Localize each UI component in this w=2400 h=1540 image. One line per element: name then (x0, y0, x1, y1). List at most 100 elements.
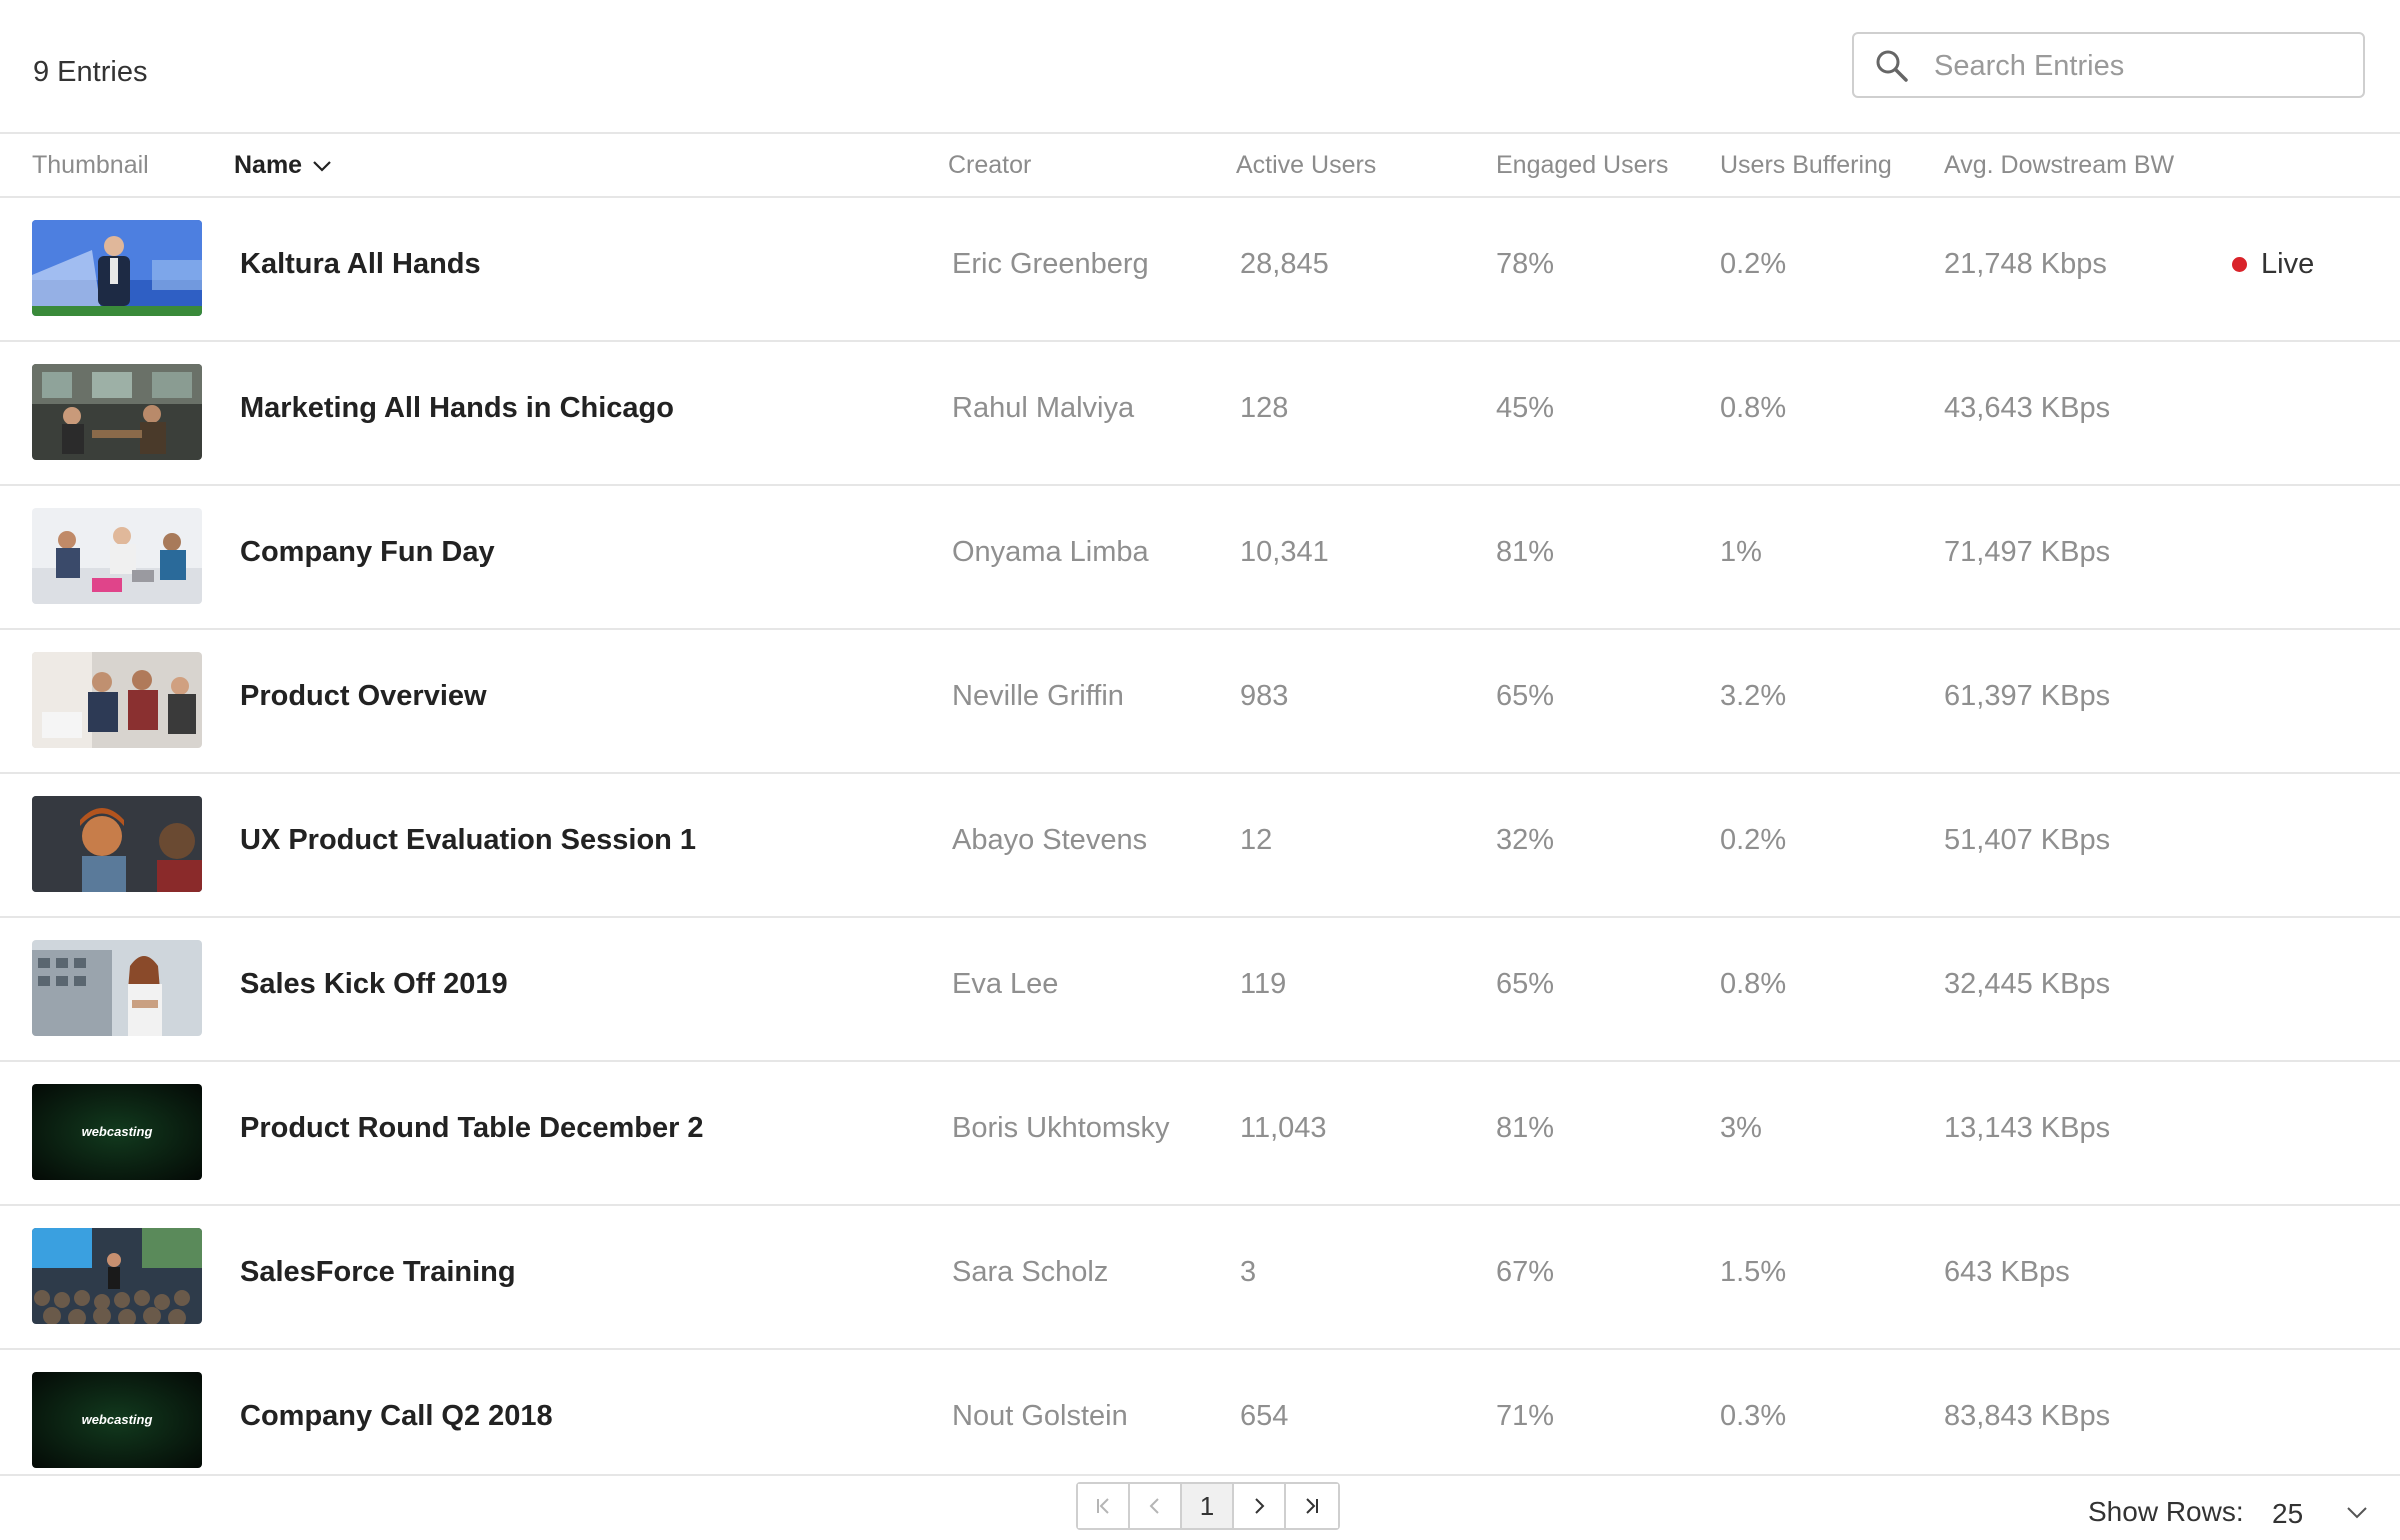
table-row[interactable]: Kaltura All Hands Eric Greenberg 28,845 78%… (0, 198, 2400, 342)
chevron-down-icon[interactable] (2346, 1506, 2368, 1520)
thumbnail-image[interactable] (32, 652, 202, 748)
avg-bandwidth-cell: 43,643 KBps (1944, 392, 2111, 424)
active-users-cell: 11,043 (1240, 1112, 1327, 1144)
creator-cell: Eric Greenberg (952, 248, 1149, 280)
engaged-users-cell: 65% (1496, 680, 1555, 712)
live-status-label: Live (2261, 248, 2315, 280)
column-header-creator[interactable]: Creator (948, 151, 1031, 180)
engaged-users-cell: 78% (1496, 248, 1555, 280)
active-users-cell: 128 (1240, 392, 1289, 424)
engaged-users-cell: 81% (1496, 1112, 1555, 1144)
creator-cell: Rahul Malviya (952, 392, 1135, 424)
toolbar: 9 Entries (0, 0, 2400, 134)
users-buffering-cell: 1.5% (1720, 1256, 1787, 1288)
thumbnail-logo-text: webcasting (82, 1412, 153, 1427)
thumbnail-image[interactable] (32, 796, 202, 892)
avg-bandwidth-cell: 83,843 KBps (1944, 1400, 2111, 1432)
entry-name-link[interactable]: SalesForce Training (240, 1256, 516, 1289)
column-header-name[interactable]: Name (234, 151, 332, 180)
first-page-button[interactable] (1078, 1484, 1130, 1528)
table-row[interactable]: Product Overview Neville Griffin 983 65% 3.2… (0, 630, 2400, 774)
users-buffering-cell: 3% (1720, 1112, 1762, 1144)
users-buffering-cell: 1% (1720, 536, 1762, 568)
active-users-cell: 12 (1240, 824, 1273, 856)
table-row[interactable]: Company Fun Day Onyama Limba 10,341 81% 1% 71… (0, 486, 2400, 630)
previous-page-button[interactable] (1130, 1484, 1182, 1528)
entry-name-link[interactable]: Kaltura All Hands (240, 248, 481, 281)
entries-count: 9 Entries (33, 56, 148, 88)
table-row[interactable]: Sales Kick Off 2019 Eva Lee 119 65% 0.8% 32,4… (0, 918, 2400, 1062)
active-users-cell: 119 (1240, 968, 1287, 1000)
pagination: 1 (1076, 1482, 1340, 1530)
creator-cell: Neville Griffin (952, 680, 1124, 712)
active-users-cell: 654 (1240, 1400, 1289, 1432)
avg-bandwidth-cell: 13,143 KBps (1944, 1112, 2111, 1144)
search-box[interactable] (1852, 32, 2365, 98)
avg-bandwidth-cell: 643 KBps (1944, 1256, 2070, 1288)
thumbnail-image[interactable] (32, 508, 202, 604)
column-header-avg-bw[interactable]: Avg. Dowstream BW (1944, 151, 2174, 180)
users-buffering-cell: 0.2% (1720, 248, 1787, 280)
table-row[interactable]: Marketing All Hands in Chicago Rahul Malv… (0, 342, 2400, 486)
table-row[interactable]: UX Product Evaluation Session 1 Abayo Ste… (0, 774, 2400, 918)
avg-bandwidth-cell: 21,748 Kbps (1944, 248, 2107, 280)
users-buffering-cell: 0.8% (1720, 392, 1787, 424)
column-header-engaged-users[interactable]: Engaged Users (1496, 151, 1668, 180)
search-icon (1876, 50, 1908, 82)
thumbnail-image[interactable] (32, 220, 202, 316)
active-users-cell: 3 (1240, 1256, 1257, 1288)
entry-name-link[interactable]: Company Fun Day (240, 536, 495, 569)
engaged-users-cell: 81% (1496, 536, 1555, 568)
engaged-users-cell: 67% (1496, 1256, 1555, 1288)
next-page-button[interactable] (1234, 1484, 1286, 1528)
engaged-users-cell: 71% (1496, 1400, 1555, 1432)
users-buffering-cell: 0.2% (1720, 824, 1787, 856)
entry-name-link[interactable]: UX Product Evaluation Session 1 (240, 824, 696, 857)
table-row[interactable]: webcasting Company Call Q2 2018 Nout Golst… (0, 1350, 2400, 1492)
chevron-left-icon (1149, 1498, 1159, 1514)
engaged-users-cell: 65% (1496, 968, 1555, 1000)
column-header-users-buffering[interactable]: Users Buffering (1720, 151, 1892, 180)
live-dot-icon (2232, 257, 2247, 272)
thumbnail-image[interactable]: webcasting (32, 1372, 202, 1468)
active-users-cell: 10,341 (1240, 536, 1329, 568)
column-header-name-label: Name (234, 151, 303, 179)
chevron-right-icon (1255, 1498, 1265, 1514)
thumbnail-image[interactable] (32, 1228, 202, 1324)
first-page-icon (1097, 1498, 1109, 1514)
creator-cell: Eva Lee (952, 968, 1059, 1000)
table-footer: 1 Show Rows: 25 (0, 1474, 2400, 1540)
users-buffering-cell: 0.3% (1720, 1400, 1787, 1432)
last-page-button[interactable] (1286, 1484, 1338, 1528)
users-buffering-cell: 3.2% (1720, 680, 1787, 712)
creator-cell: Nout Golstein (952, 1400, 1128, 1432)
active-users-cell: 983 (1240, 680, 1289, 712)
search-input[interactable] (1932, 44, 2346, 88)
thumbnail-image[interactable] (32, 364, 202, 460)
page-number-button[interactable]: 1 (1182, 1484, 1234, 1528)
column-header-thumbnail: Thumbnail (32, 151, 149, 179)
entry-name-link[interactable]: Sales Kick Off 2019 (240, 968, 508, 1001)
creator-cell: Boris Ukhtomsky (952, 1112, 1170, 1144)
entry-name-link[interactable]: Company Call Q2 2018 (240, 1400, 553, 1433)
avg-bandwidth-cell: 51,407 KBps (1944, 824, 2111, 856)
thumbnail-image[interactable] (32, 940, 202, 1036)
avg-bandwidth-cell: 61,397 KBps (1944, 680, 2111, 712)
entry-name-link[interactable]: Product Overview (240, 680, 487, 713)
creator-cell: Onyama Limba (952, 536, 1149, 568)
table-row[interactable]: webcasting Product Round Table December 2… (0, 1062, 2400, 1206)
rows-per-page-select[interactable]: 25 (2272, 1498, 2303, 1530)
entries-table: Kaltura All Hands Eric Greenberg 28,845 78%… (0, 198, 2400, 1492)
users-buffering-cell: 0.8% (1720, 968, 1787, 1000)
table-row[interactable]: SalesForce Training Sara Scholz 3 67% 1.5% 64… (0, 1206, 2400, 1350)
sort-chevron-down-icon (313, 160, 331, 172)
live-status-badge: Live (2232, 248, 2314, 281)
entry-name-link[interactable]: Product Round Table December 2 (240, 1112, 704, 1145)
engaged-users-cell: 45% (1496, 392, 1555, 424)
active-users-cell: 28,845 (1240, 248, 1329, 280)
avg-bandwidth-cell: 71,497 KBps (1944, 536, 2111, 568)
column-header-active-users[interactable]: Active Users (1236, 151, 1376, 180)
last-page-icon (1306, 1498, 1318, 1514)
entry-name-link[interactable]: Marketing All Hands in Chicago (240, 392, 674, 425)
thumbnail-image[interactable]: webcasting (32, 1084, 202, 1180)
